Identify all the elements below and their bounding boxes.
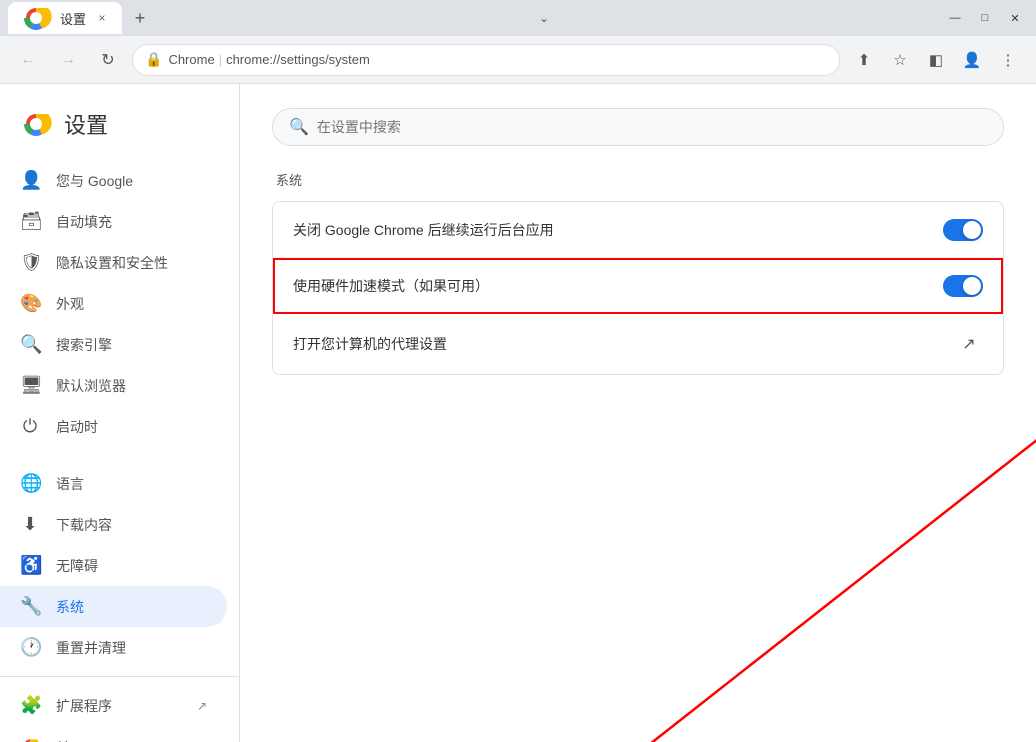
content-area: 🔍 系统 关闭 Google Chrome 后继续运行后台应用 使用硬件加速模式… — [240, 84, 1036, 742]
secure-icon: 🔒 — [145, 51, 162, 68]
background-apps-label: 关闭 Google Chrome 后继续运行后台应用 — [293, 220, 554, 240]
titlebar-left: 设置 × + — [8, 2, 154, 34]
bookmark-button[interactable]: ☆ — [884, 44, 916, 76]
minimize-button[interactable]: — — [942, 7, 968, 29]
url-path: chrome://settings/system — [226, 52, 370, 67]
sidebar-item-label: 您与 Google — [56, 171, 133, 191]
url-text: Chrome | chrome://settings/system — [168, 52, 827, 67]
startup-icon: ⏻ — [20, 416, 40, 437]
sidebar-item-label: 默认浏览器 — [56, 376, 126, 396]
sidebar-item-system[interactable]: 🔧 系统 — [0, 586, 227, 627]
sidebar-item-autofill[interactable]: 🗃 自动填充 — [0, 201, 227, 242]
search-icon: 🔍 — [289, 117, 309, 137]
sidebar-item-label: 启动时 — [56, 417, 98, 437]
sidebar-item-privacy[interactable]: 🛡 隐私设置和安全性 — [0, 242, 227, 283]
sidebar-item-label: 无障碍 — [56, 556, 98, 576]
settings-card: 关闭 Google Chrome 后继续运行后台应用 使用硬件加速模式（如果可用… — [272, 201, 1004, 375]
browser-icon: 🖥 — [20, 375, 40, 396]
palette-icon: 🎨 — [20, 293, 40, 314]
addressbar-actions: ⬆ ☆ ◧ 👤 ⋮ — [848, 44, 1024, 76]
url-brand: Chrome — [168, 52, 214, 67]
refresh-button[interactable]: ↻ — [92, 44, 124, 76]
share-button[interactable]: ⬆ — [848, 44, 880, 76]
sidebar-item-you-google[interactable]: 👤 您与 Google — [0, 160, 227, 201]
sidebar-item-startup[interactable]: ⏻ 启动时 — [0, 406, 227, 447]
sidebar-item-label: 自动填充 — [56, 212, 112, 232]
sidebar-title: 设置 — [64, 108, 108, 140]
settings-row-background-apps: 关闭 Google Chrome 后继续运行后台应用 — [273, 202, 1003, 258]
main-layout: 设置 👤 您与 Google 🗃 自动填充 🛡 隐私设置和安全性 🎨 外观 🔍 … — [0, 84, 1036, 742]
shield-icon: 🛡 — [20, 252, 40, 273]
tab-favicon — [20, 2, 52, 34]
sidebar-item-label: 隐私设置和安全性 — [56, 253, 168, 273]
window-controls: — □ ✕ — [942, 7, 1028, 29]
active-tab[interactable]: 设置 × — [8, 2, 122, 34]
sidebar-header: 设置 — [0, 100, 239, 160]
split-view-button[interactable]: ◧ — [920, 44, 952, 76]
sidebar-item-label: 语言 — [56, 474, 84, 494]
extensions-external-icon: ↗ — [197, 699, 207, 713]
language-icon: 🌐 — [20, 473, 40, 494]
download-icon: ⬇ — [20, 514, 40, 535]
sidebar-item-reset[interactable]: 🕐 重置并清理 — [0, 627, 227, 668]
account-button[interactable]: 👤 — [956, 44, 988, 76]
addressbar: ← → ↻ 🔒 Chrome|chrome://settings/system … — [0, 36, 1036, 84]
sidebar-item-label: 重置并清理 — [56, 638, 126, 658]
system-icon: 🔧 — [20, 596, 40, 617]
sidebar-item-language[interactable]: 🌐 语言 — [0, 463, 227, 504]
menu-button[interactable]: ⋮ — [992, 44, 1024, 76]
section-title: 系统 — [272, 170, 1004, 189]
proxy-label: 打开您计算机的代理设置 — [293, 334, 447, 354]
sidebar-item-label: 关于 Chrome — [56, 738, 138, 742]
hardware-acceleration-label: 使用硬件加速模式（如果可用） — [293, 276, 489, 296]
sidebar: 设置 👤 您与 Google 🗃 自动填充 🛡 隐私设置和安全性 🎨 外观 🔍 … — [0, 84, 240, 742]
sidebar-item-about-chrome[interactable]: 关于 Chrome — [0, 726, 227, 742]
settings-row-hardware-acceleration: 使用硬件加速模式（如果可用） — [273, 258, 1003, 314]
tab-label: 设置 — [60, 9, 86, 28]
forward-button[interactable]: → — [52, 44, 84, 76]
reset-icon: 🕐 — [20, 637, 40, 658]
extensions-icon: 🧩 — [20, 695, 40, 716]
sidebar-item-default-browser[interactable]: 🖥 默认浏览器 — [0, 365, 227, 406]
settings-row-proxy: 打开您计算机的代理设置 ↗ — [273, 314, 1003, 374]
sidebar-item-accessibility[interactable]: ♿ 无障碍 — [0, 545, 227, 586]
about-icon — [20, 736, 40, 742]
autofill-icon: 🗃 — [20, 211, 40, 232]
sidebar-item-appearance[interactable]: 🎨 外观 — [0, 283, 227, 324]
search-input[interactable] — [317, 119, 987, 135]
sidebar-item-search-engine[interactable]: 🔍 搜索引擎 — [0, 324, 227, 365]
sidebar-item-downloads[interactable]: ⬇ 下载内容 — [0, 504, 227, 545]
search-engine-icon: 🔍 — [20, 334, 40, 355]
sidebar-item-extensions[interactable]: 🧩 扩展程序 ↗ — [0, 685, 227, 726]
sidebar-item-label: 下载内容 — [56, 515, 112, 535]
accessibility-icon: ♿ — [20, 555, 40, 576]
search-bar[interactable]: 🔍 — [272, 108, 1004, 146]
maximize-button[interactable]: □ — [972, 7, 998, 29]
chrome-logo — [20, 108, 52, 140]
close-button[interactable]: ✕ — [1002, 7, 1028, 29]
tab-close-button[interactable]: × — [94, 10, 110, 26]
new-tab-button[interactable]: + — [126, 4, 154, 32]
sidebar-item-label: 搜索引擎 — [56, 335, 112, 355]
tab-strip-chevron[interactable]: ⌄ — [539, 11, 549, 25]
sidebar-item-label: 系统 — [56, 597, 84, 617]
background-apps-toggle[interactable] — [943, 219, 983, 241]
url-pipe: | — [219, 52, 222, 67]
back-button[interactable]: ← — [12, 44, 44, 76]
url-bar[interactable]: 🔒 Chrome | chrome://settings/system — [132, 44, 840, 76]
sidebar-item-label: 外观 — [56, 294, 84, 314]
titlebar: 设置 × + ⌄ — □ ✕ — [0, 0, 1036, 36]
hardware-acceleration-toggle[interactable] — [943, 275, 983, 297]
person-icon: 👤 — [20, 170, 40, 191]
proxy-external-link[interactable]: ↗ — [955, 330, 983, 358]
sidebar-item-label: 扩展程序 — [56, 696, 112, 716]
